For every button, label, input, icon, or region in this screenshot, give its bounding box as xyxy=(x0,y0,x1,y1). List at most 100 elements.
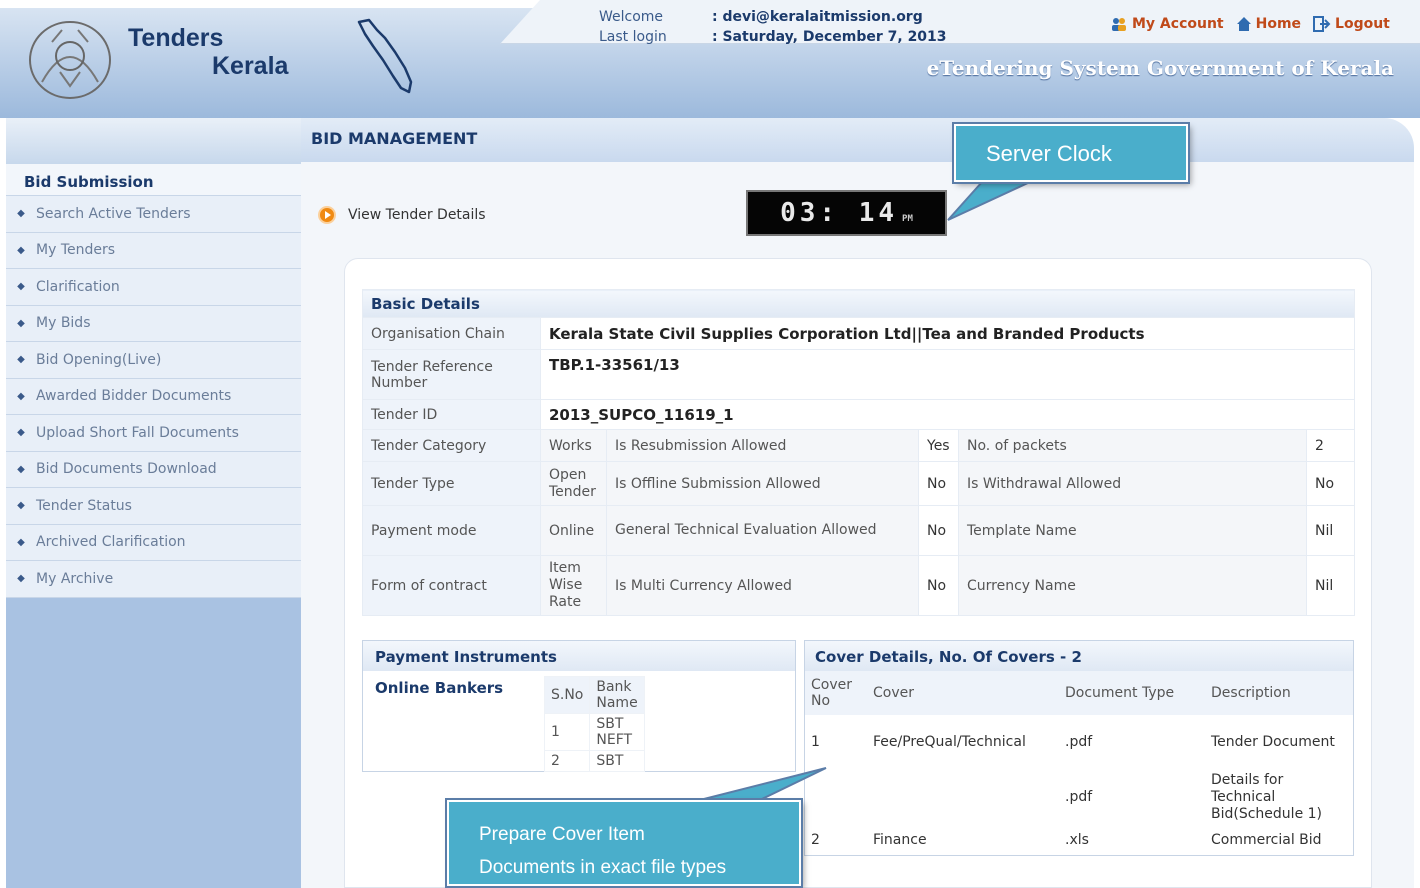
bullet-icon: ◆ xyxy=(17,354,25,366)
sidebar-item-archived-clarification[interactable]: ◆ Archived Clarification xyxy=(6,524,301,561)
server-clock: 03: 14 PM xyxy=(746,190,947,236)
bullet-icon: ◆ xyxy=(17,244,25,256)
detail-value: No xyxy=(918,555,959,616)
basic-details-table: Basic Details Organisation Chain Kerala … xyxy=(362,289,1355,616)
col-cover-no: Cover No xyxy=(805,671,867,715)
sidebar-item-label: My Bids xyxy=(36,315,91,332)
cover-documents-callout: Prepare Cover Item Documents in exact fi… xyxy=(447,800,801,886)
detail-label: Is Multi Currency Allowed xyxy=(606,555,919,616)
table-row: 2 SBT xyxy=(543,750,645,772)
bankers-table: S.No Bank Name 1 SBT NEFT 2 SBT xyxy=(543,676,645,772)
sidebar-item-label: Tender Status xyxy=(36,497,132,514)
doc-description: Tender Document xyxy=(1211,733,1335,750)
detail-value: Nil xyxy=(1306,505,1355,556)
detail-label: Form of contract xyxy=(362,555,541,616)
doc-type: .pdf xyxy=(1065,734,1093,750)
sidebar-item-bid-opening[interactable]: ◆ Bid Opening(Live) xyxy=(6,342,301,379)
home-label: Home xyxy=(1255,16,1302,32)
bullet-icon: ◆ xyxy=(17,463,25,475)
bullet-icon: ◆ xyxy=(17,500,25,512)
detail-row: Tender Type Open Tender Is Offline Submi… xyxy=(362,461,1355,506)
col-document-type: Document Type xyxy=(1059,671,1205,715)
sidebar-item-awarded-bidder-documents[interactable]: ◆ Awarded Bidder Documents xyxy=(6,378,301,415)
bullet-icon: ◆ xyxy=(17,573,25,585)
table-row: .pdf Details for Technical Bid(Schedule … xyxy=(805,769,1353,825)
welcome-labels: Welcome Last login xyxy=(599,7,667,47)
detail-value: Online xyxy=(540,505,607,556)
top-links: My Account Home Logout xyxy=(1110,16,1390,32)
col-cover: Cover xyxy=(867,671,1059,715)
detail-label: Tender Category xyxy=(362,429,541,462)
site-title-tenders: Tenders xyxy=(128,24,224,52)
clock-time: 03: 14 xyxy=(780,198,899,228)
cover-name xyxy=(867,769,1059,825)
home-link[interactable]: Home xyxy=(1236,16,1301,32)
doc-description: Details for Technical Bid(Schedule 1) xyxy=(1211,771,1322,822)
kerala-emblem-icon xyxy=(29,21,111,99)
last-login-value: : Saturday, December 7, 2013 xyxy=(712,29,947,45)
site-title-kerala: Kerala xyxy=(212,52,289,80)
payment-instruments-body: Online Bankers S.No Bank Name 1 SBT NEFT… xyxy=(363,671,795,772)
detail-row: Payment mode Online General Technical Ev… xyxy=(362,505,1355,556)
sidebar-item-label: Bid Opening(Live) xyxy=(36,351,162,368)
main-header: BID MANAGEMENT xyxy=(301,118,1414,162)
last-login-label: Last login xyxy=(599,29,667,45)
sidebar-item-label: Bid Documents Download xyxy=(36,461,217,478)
sidebar-item-search-active-tenders[interactable]: ◆ Search Active Tenders xyxy=(6,196,301,233)
logout-link[interactable]: Logout xyxy=(1313,16,1390,32)
callout-line: Prepare Cover Item xyxy=(479,824,645,845)
sidebar-item-my-archive[interactable]: ◆ My Archive xyxy=(6,561,301,598)
sidebar-item-my-bids[interactable]: ◆ My Bids xyxy=(6,305,301,342)
detail-value: No xyxy=(1306,461,1355,506)
detail-value: Open Tender xyxy=(540,461,607,506)
detail-value: Nil xyxy=(1306,555,1355,616)
header: Tenders Kerala Welcome Last login : devi… xyxy=(0,0,1420,118)
cover-details: Cover Details, No. Of Covers - 2 Cover N… xyxy=(804,640,1354,856)
my-account-link[interactable]: My Account xyxy=(1110,16,1224,32)
payment-instruments: Payment Instruments Online Bankers S.No … xyxy=(362,640,796,772)
bullet-icon: ◆ xyxy=(17,427,25,439)
tender-id-label: Tender ID xyxy=(362,399,541,430)
col-bank-name: Bank Name xyxy=(589,676,645,714)
doc-type: .xls xyxy=(1065,832,1089,848)
org-chain-value: Kerala State Civil Supplies Corporation … xyxy=(540,317,1355,350)
detail-value: No xyxy=(918,505,959,556)
sidebar-item-tender-status[interactable]: ◆ Tender Status xyxy=(6,488,301,525)
detail-value: Yes xyxy=(918,429,959,462)
detail-value: No xyxy=(918,461,959,506)
doc-description: Commercial Bid xyxy=(1211,832,1322,848)
online-bankers-label: Online Bankers xyxy=(375,679,504,697)
system-title: eTendering System Government of Kerala xyxy=(926,56,1394,80)
sidebar-item-upload-short-fall-documents[interactable]: ◆ Upload Short Fall Documents xyxy=(6,415,301,452)
sidebar-item-label: Search Active Tenders xyxy=(36,205,191,222)
sidebar-item-label: Clarification xyxy=(36,278,120,295)
sidebar-item-my-tenders[interactable]: ◆ My Tenders xyxy=(6,232,301,269)
detail-value: Works xyxy=(540,429,607,462)
bullet-icon: ◆ xyxy=(17,281,25,293)
cover-name: Finance xyxy=(873,832,927,848)
sidebar-item-label: Awarded Bidder Documents xyxy=(36,388,232,405)
sidebar-heading: Bid Submission xyxy=(6,164,301,196)
kerala-map-icon xyxy=(357,18,413,94)
arrow-bullet-icon xyxy=(318,206,336,224)
bank-name: SBT xyxy=(589,750,645,772)
detail-label: Is Offline Submission Allowed xyxy=(606,461,919,506)
sidebar-item-clarification[interactable]: ◆ Clarification xyxy=(6,269,301,306)
detail-row: Form of contract Item Wise Rate Is Multi… xyxy=(362,555,1355,616)
detail-label: Currency Name xyxy=(958,555,1307,616)
detail-label: Is Withdrawal Allowed xyxy=(958,461,1307,506)
sidebar: Bid Submission ◆ Search Active Tenders ◆ M… xyxy=(6,118,301,888)
sidebar-item-label: My Archive xyxy=(36,570,114,587)
view-tender-details-link[interactable]: View Tender Details xyxy=(318,206,486,224)
tender-id-value: 2013_SUPCO_11619_1 xyxy=(540,399,1355,430)
callout-line: Documents in exact file types xyxy=(479,857,727,878)
col-sno: S.No xyxy=(543,676,591,714)
logout-label: Logout xyxy=(1335,16,1390,32)
home-icon xyxy=(1236,17,1251,31)
sidebar-item-bid-documents-download[interactable]: ◆ Bid Documents Download xyxy=(6,451,301,488)
bank-sno: 1 xyxy=(543,713,591,751)
detail-value: Item Wise Rate xyxy=(540,555,607,616)
sidebar-item-label: Upload Short Fall Documents xyxy=(36,424,239,441)
table-row: 1 SBT NEFT xyxy=(543,713,645,751)
col-description: Description xyxy=(1205,671,1353,715)
